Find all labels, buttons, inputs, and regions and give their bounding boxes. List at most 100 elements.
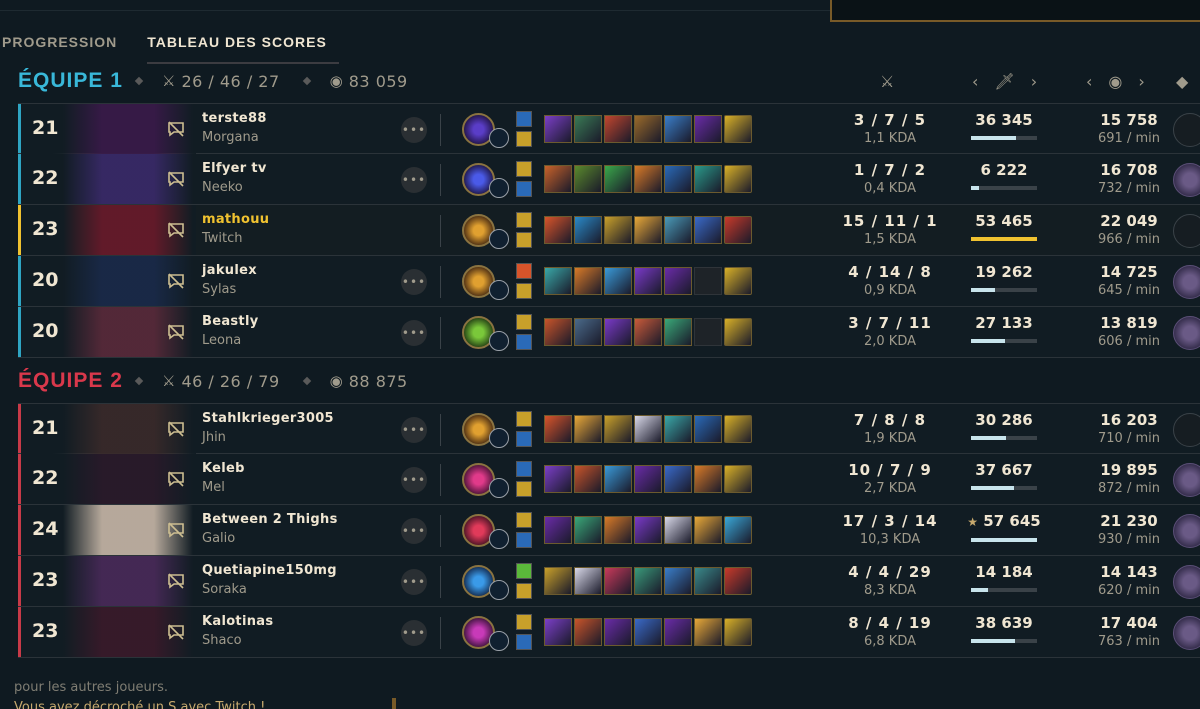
gold-value: 13 819	[1100, 314, 1158, 332]
mute-chat-icon[interactable]	[166, 169, 186, 189]
damage-value-line: 30 286	[964, 410, 1044, 430]
damage-cell: 38 639	[964, 613, 1044, 643]
mute-chat-icon[interactable]	[166, 520, 186, 540]
more-options-button[interactable]: •••	[401, 117, 427, 143]
tab-scoreboard[interactable]: TABLEAU DES SCORES	[147, 30, 339, 64]
player-row[interactable]: 22 Keleb Mel ••• 10 / 7 / 9 2,7 KDA 37 667 19 8…	[18, 454, 1200, 505]
player-row[interactable]: 23 Kalotinas Shaco ••• 8 / 4 / 19 6,8 KDA 38 6…	[18, 607, 1200, 658]
kda-cell: 1 / 7 / 2 0,4 KDA	[830, 161, 950, 198]
team1-kda: 26 / 46 / 27	[181, 71, 280, 91]
damage-bar	[971, 436, 1037, 440]
summoner-spell-icon	[516, 334, 532, 350]
empty-item-slot	[694, 318, 722, 346]
scroll-indicator[interactable]	[392, 698, 396, 709]
gold-cell: 16 708 732 / min	[1074, 161, 1184, 198]
mute-chat-icon[interactable]	[166, 622, 186, 642]
player-row[interactable]: 21 Stahlkrieger3005 Jhin ••• 7 / 8 / 8 1,9 KD…	[18, 403, 1200, 454]
player-row[interactable]: 23 mathouu Twitch 15 / 11 / 1 1,5 KDA 53 465 2…	[18, 205, 1200, 256]
player-row[interactable]: 20 jakulex Sylas ••• 4 / 14 / 8 0,9 KDA 19 262…	[18, 256, 1200, 307]
rank-emblem-icon[interactable]	[1173, 163, 1200, 197]
trinket-item-icon	[724, 618, 752, 646]
rank-emblem-icon[interactable]	[1173, 514, 1200, 548]
next-arrow-icon[interactable]: ›	[1031, 72, 1037, 91]
summoner-name[interactable]: mathouu	[202, 211, 269, 229]
summoner-name[interactable]: Elfyer tv	[202, 160, 267, 178]
summoner-spell-icon	[516, 532, 532, 548]
summoner-name[interactable]: Keleb	[202, 460, 245, 478]
rank-emblem-icon[interactable]	[1173, 616, 1200, 650]
gold-value: 21 230	[1100, 512, 1158, 530]
summoner-name[interactable]: Kalotinas	[202, 613, 273, 631]
kda-value: 4 / 4 / 29	[848, 563, 932, 581]
player-row[interactable]: 24 Between 2 Thighs Galio ••• 17 / 3 / 14 10,…	[18, 505, 1200, 556]
team2-header: ÉQUIPE 2 ⚔ 46 / 26 / 79 ◉ 88 875	[18, 366, 408, 396]
item-icon	[694, 115, 722, 143]
next-arrow-icon[interactable]: ›	[1138, 72, 1144, 91]
gold-value: 19 895	[1100, 461, 1158, 479]
rank-emblem-icon[interactable]	[1173, 565, 1200, 599]
coins-icon: ◉	[329, 72, 343, 90]
item-icon	[544, 318, 572, 346]
gold-cell: 22 049 966 / min	[1074, 212, 1184, 249]
kda-ratio: 0,4 KDA	[863, 181, 916, 196]
rank-emblem-icon[interactable]	[1173, 214, 1200, 248]
champion-level: 23	[32, 218, 59, 240]
more-options-button[interactable]: •••	[401, 569, 427, 595]
summoner-name[interactable]: Beastly	[202, 313, 258, 331]
player-row[interactable]: 23 Quetiapine150mg Soraka ••• 4 / 4 / 29 8,3 …	[18, 556, 1200, 607]
rank-emblem-icon[interactable]	[1173, 316, 1200, 350]
mute-chat-icon[interactable]	[166, 469, 186, 489]
damage-value-line: 37 667	[964, 460, 1044, 480]
mute-chat-icon[interactable]	[166, 571, 186, 591]
rank-emblem-icon[interactable]	[1173, 265, 1200, 299]
mute-chat-icon[interactable]	[166, 119, 186, 139]
damage-bar-fill	[971, 588, 988, 592]
more-options-button[interactable]: •••	[401, 269, 427, 295]
tab-progression[interactable]: PROGRESSION	[2, 30, 117, 58]
item-icon	[604, 618, 632, 646]
more-options-button[interactable]: •••	[401, 167, 427, 193]
item-icon	[574, 216, 602, 244]
summoner-spell-icon	[516, 131, 532, 147]
item-icon	[664, 267, 692, 295]
prev-arrow-icon[interactable]: ‹	[1086, 72, 1092, 91]
summoner-name[interactable]: Stahlkrieger3005	[202, 410, 334, 428]
mute-chat-icon[interactable]	[166, 271, 186, 291]
secondary-rune-icon	[489, 428, 509, 448]
rank-emblem-icon[interactable]	[1173, 413, 1200, 447]
player-row[interactable]: 22 Elfyer tv Neeko ••• 1 / 7 / 2 0,4 KDA 6 222…	[18, 154, 1200, 205]
mute-chat-icon[interactable]	[166, 220, 186, 240]
item-icon	[604, 165, 632, 193]
item-icon	[634, 567, 662, 595]
player-row[interactable]: 20 Beastly Leona ••• 3 / 7 / 11 2,0 KDA 27 133…	[18, 307, 1200, 358]
mute-chat-icon[interactable]	[166, 419, 186, 439]
player-names: jakulex Sylas	[202, 262, 257, 299]
damage-bar-fill	[971, 538, 1037, 542]
player-row[interactable]: 21 terste88 Morgana ••• 3 / 7 / 5 1,1 KDA 36 3…	[18, 103, 1200, 154]
item-icon	[694, 415, 722, 443]
damage-bar-fill	[971, 339, 1005, 343]
mute-chat-icon[interactable]	[166, 322, 186, 342]
damage-bar-fill	[971, 639, 1016, 643]
prev-arrow-icon[interactable]: ‹	[972, 72, 978, 91]
gold-rate: 966 / min	[1098, 232, 1160, 247]
summoner-name[interactable]: jakulex	[202, 262, 257, 280]
divider	[440, 114, 441, 146]
more-options-button[interactable]: •••	[401, 620, 427, 646]
more-options-button[interactable]: •••	[401, 417, 427, 443]
kda-value: 17 / 3 / 14	[842, 512, 938, 530]
rank-emblem-icon[interactable]	[1173, 113, 1200, 147]
player-names: Quetiapine150mg Soraka	[202, 562, 337, 599]
more-options-button[interactable]: •••	[401, 518, 427, 544]
damage-value-line: 53 465	[964, 211, 1044, 231]
summoner-name[interactable]: terste88	[202, 110, 267, 128]
summoner-name[interactable]: Quetiapine150mg	[202, 562, 337, 580]
rank-emblem-icon[interactable]	[1173, 463, 1200, 497]
more-options-button[interactable]: •••	[401, 467, 427, 493]
more-options-button[interactable]: •••	[401, 320, 427, 346]
item-slots	[544, 516, 752, 544]
gold-header: ‹ ◉ ›	[1086, 70, 1145, 92]
gold-rate: 710 / min	[1098, 431, 1160, 446]
summoner-name[interactable]: Between 2 Thighs	[202, 511, 338, 529]
gold-rate: 606 / min	[1098, 334, 1160, 349]
